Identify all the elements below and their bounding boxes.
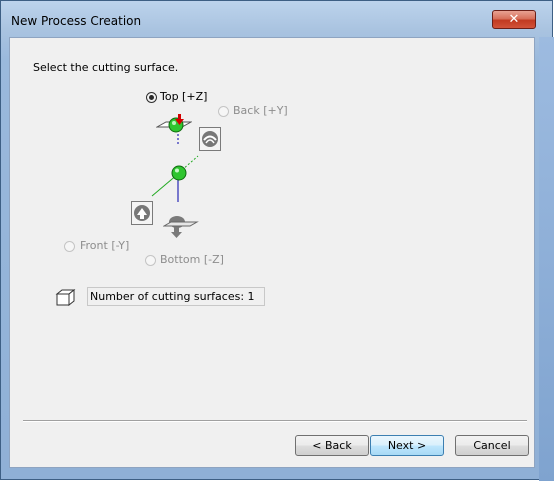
dialog-body: Select the cutting surface. Top [+Z] Bac… — [9, 37, 535, 468]
close-button[interactable]: ✕ — [492, 10, 536, 29]
back-view-icon — [202, 131, 218, 147]
front-view-icon — [134, 205, 150, 221]
surface-count-field: Number of cutting surfaces: 1 — [87, 287, 265, 306]
close-icon: ✕ — [508, 12, 520, 27]
dialog-window: New Process Creation ✕ Select the cuttin… — [0, 0, 554, 481]
footer-separator — [23, 420, 527, 422]
cancel-button[interactable]: Cancel — [455, 435, 529, 456]
front-view-button[interactable] — [131, 201, 153, 225]
axis-origin-icon — [171, 165, 187, 181]
back-view-button[interactable] — [199, 127, 221, 151]
back-button[interactable]: < Back — [295, 435, 369, 456]
next-button[interactable]: Next > — [370, 435, 444, 456]
title-bar[interactable]: New Process Creation ✕ — [1, 1, 552, 37]
top-surface-icon[interactable] — [156, 112, 192, 136]
window-title: New Process Creation — [11, 14, 142, 28]
cube-icon — [55, 288, 76, 307]
bottom-surface-icon[interactable] — [163, 214, 199, 240]
axis-diagram — [151, 124, 199, 202]
window-edge — [539, 37, 554, 481]
